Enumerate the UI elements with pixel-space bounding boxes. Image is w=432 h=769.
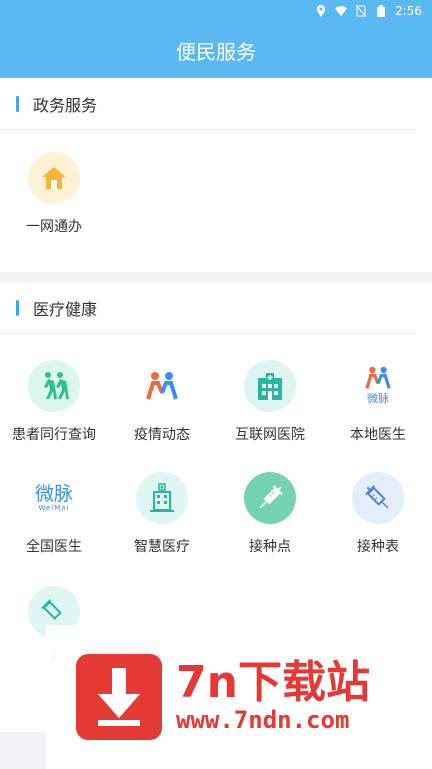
no-sim-icon: [355, 5, 367, 17]
section-government: 政务服务 一网通办: [0, 78, 432, 272]
battery-icon: [375, 5, 387, 17]
weimai-brand: 微脉: [34, 482, 73, 505]
weimai-text-icon: 微脉 WeiMai: [28, 472, 80, 524]
section-header: 政务服务: [0, 78, 416, 130]
service-label: 本地医生: [350, 427, 406, 443]
hospital-icon: [244, 360, 296, 412]
service-patient-query[interactable]: 患者同行查询: [0, 346, 108, 458]
hospital-building-icon: [136, 472, 188, 524]
service-national-doctor[interactable]: 微脉 WeiMai 全国医生: [0, 458, 108, 570]
weimai-brand-en: WeiMai: [38, 503, 70, 512]
page-title: 便民服务: [176, 39, 256, 64]
walking-people-icon: [28, 360, 80, 412]
service-label: 接种表: [357, 539, 399, 555]
section-header: 医疗健康: [0, 282, 416, 334]
download-arrow-icon: [76, 654, 162, 740]
service-label: 互联网医院: [235, 427, 305, 443]
location-icon: [315, 5, 327, 17]
service-epidemic[interactable]: 疫情动态: [108, 346, 216, 458]
watermark-title: 7n下载站: [176, 656, 370, 708]
service-label: 疫情动态: [134, 427, 190, 443]
service-label: 接种点: [249, 539, 291, 555]
section-title: 政务服务: [33, 95, 98, 115]
section-title: 医疗健康: [33, 299, 98, 319]
section-accent-bar: [16, 299, 19, 316]
weimai-brand: 微脉: [367, 392, 389, 405]
service-label: 智慧医疗: [134, 539, 190, 555]
service-internet-hospital[interactable]: 互联网医院: [216, 346, 324, 458]
service-label: 全国医生: [26, 539, 82, 555]
wifi-icon: [335, 5, 348, 17]
section-accent-bar: [16, 95, 19, 112]
service-label: 一网通办: [26, 219, 82, 235]
watermark-overlay: 7n下载站 www.7ndn.com: [46, 625, 432, 769]
service-local-doctor[interactable]: 微脉 本地医生: [324, 346, 432, 458]
status-time: 2:56: [395, 4, 422, 18]
service-yiwangtongban[interactable]: 一网通办: [0, 138, 108, 250]
syringe-outline-icon: [352, 472, 404, 524]
status-bar: 2:56: [0, 0, 432, 22]
service-vaccination-site[interactable]: 接种点: [216, 458, 324, 570]
service-smart-medical[interactable]: 智慧医疗: [108, 458, 216, 570]
service-vaccination-table[interactable]: 接种表: [324, 458, 432, 570]
service-label: 患者同行查询: [12, 427, 96, 443]
weimai-people-icon: [136, 360, 188, 412]
home-icon: [28, 152, 80, 204]
syringe-icon: [244, 472, 296, 524]
weimai-logo-icon: 微脉: [352, 360, 404, 412]
watermark-url: www.7ndn.com: [176, 706, 350, 735]
page-header: 便民服务: [0, 22, 432, 78]
